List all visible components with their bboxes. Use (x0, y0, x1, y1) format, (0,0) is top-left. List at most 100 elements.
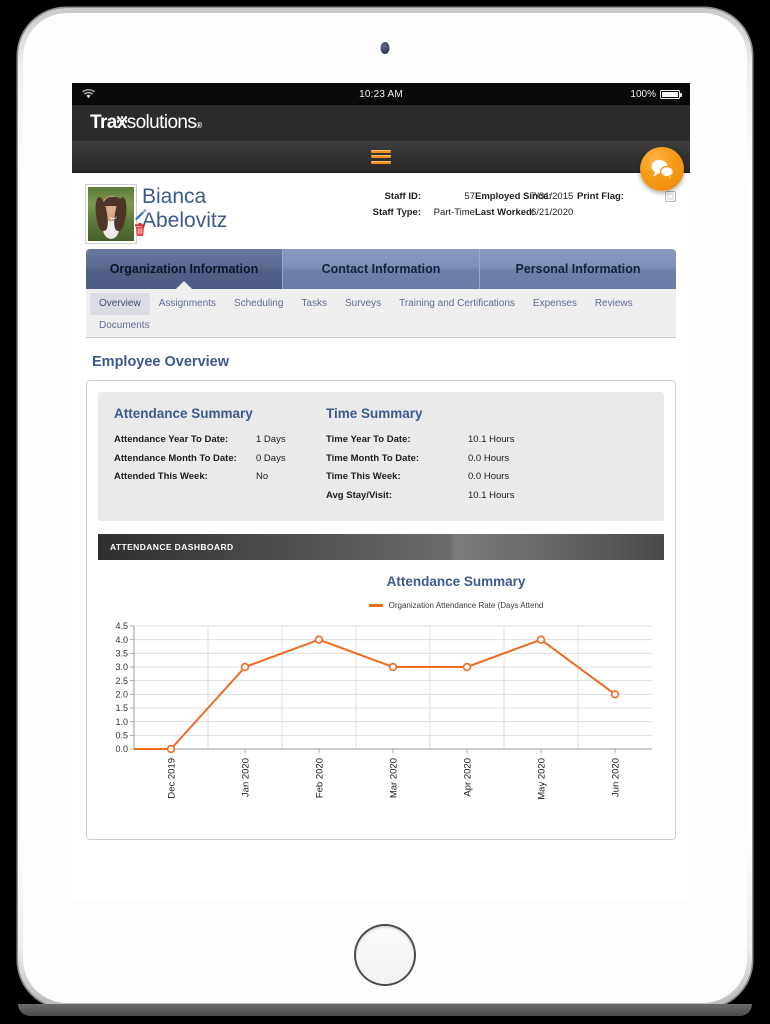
print-flag-checkbox[interactable] (665, 191, 676, 202)
subtab-scheduling[interactable]: Scheduling (225, 293, 292, 315)
logo-text-light: olutions (135, 112, 197, 133)
staff-type-label: Staff Type: (372, 206, 421, 218)
overview-card: Attendance Summary Attendance Year To Da… (86, 380, 676, 840)
svg-text:Feb 2020: Feb 2020 (315, 758, 326, 798)
svg-text:2.0: 2.0 (115, 690, 128, 700)
attendance-dashboard-strip: ATTENDANCE DASHBOARD (98, 534, 664, 561)
attended-this-week-label: Attended This Week: (114, 471, 208, 483)
summary-row: Time Year To Date: 10.1 Hours (326, 431, 514, 450)
pencil-edit-icon[interactable] (134, 209, 147, 222)
svg-text:1.5: 1.5 (115, 703, 128, 713)
tab-organization-information[interactable]: Organization Information (86, 249, 283, 289)
status-bar-time: 10:23 AM (359, 88, 403, 100)
status-bar-right: 100% (630, 88, 682, 100)
subtab-documents[interactable]: Documents (90, 315, 159, 337)
employed-since-value: 7/31/2015 (531, 191, 574, 202)
logo-text-s: s (126, 112, 137, 133)
meta-column-identity: Staff ID: 57 Staff Type: Part-Time (367, 189, 475, 220)
employee-actions (134, 209, 147, 236)
time-ytd-label: Time Year To Date: (326, 434, 411, 445)
summary-panel: Attendance Summary Attendance Year To Da… (98, 392, 664, 522)
brand-bar: Trax s olutions ® (72, 105, 690, 141)
tab-contact-information[interactable]: Contact Information (283, 249, 480, 289)
summary-row: Avg Stay/Visit: 10.1 Hours (326, 487, 514, 506)
tab-label: Contact Information (321, 262, 441, 276)
subtab-reviews[interactable]: Reviews (586, 293, 642, 315)
employee-name-block: Bianca Abelovitz (135, 185, 228, 236)
summary-row: Attendance Month To Date: 0 Days (114, 450, 326, 469)
avatar[interactable] (85, 184, 137, 244)
device-bottom-edge (18, 1004, 752, 1016)
logo-registered-mark: ® (196, 121, 202, 130)
svg-text:Apr 2020: Apr 2020 (463, 758, 474, 797)
top-nav-bar (72, 141, 690, 191)
time-ytd-value: 10.1 Hours (468, 434, 515, 445)
tab-personal-information[interactable]: Personal Information (480, 249, 676, 289)
subtab-tasks[interactable]: Tasks (292, 293, 336, 315)
attendance-chart: Attendance Summary Organization Attendan… (98, 560, 664, 860)
subtab-expenses[interactable]: Expenses (524, 293, 586, 315)
svg-text:0.0: 0.0 (115, 744, 128, 754)
subtab-assignments[interactable]: Assignments (150, 293, 225, 315)
time-this-week-value: 0.0 Hours (468, 471, 510, 483)
field-staff-type: Staff Type: Part-Time (367, 205, 475, 221)
time-mtd-value: 0.0 Hours (468, 452, 510, 464)
employee-meta-fields: Staff ID: 57 Staff Type: Part-Time Emplo… (367, 185, 676, 220)
svg-text:Jan 2020: Jan 2020 (241, 758, 252, 797)
device-screen: 10:23 AM 100% Trax s olutions ® Bianca A… (72, 83, 690, 901)
trash-delete-icon[interactable] (134, 223, 146, 236)
traxsolutions-logo[interactable]: Trax s olutions ® (90, 112, 202, 134)
svg-text:Jun 2020: Jun 2020 (611, 758, 622, 797)
status-bar: 10:23 AM 100% (72, 83, 690, 105)
line-chart-svg: 0.0 0.5 1.0 1.5 2.0 2.5 3.0 3.5 4.0 4.5 Dec 2019 Ja… (115, 621, 652, 800)
employee-last-name: Abelovitz (142, 208, 228, 232)
battery-full-icon (660, 89, 682, 99)
chart-plot-area: 0.0 0.5 1.0 1.5 2.0 2.5 3.0 3.5 4.0 4.5 Dec 2019 Ja… (98, 620, 664, 820)
svg-text:4.5: 4.5 (115, 621, 128, 631)
employee-header: Bianca Abelovitz Staff ID: 57 Staff Type… (72, 173, 690, 249)
chart-title: Attendance Summary (386, 574, 526, 590)
tabs-region: Organization Information Contact Informa… (72, 249, 690, 338)
svg-text:Dec 2019: Dec 2019 (167, 758, 178, 799)
attendance-ytd-value: 1 Days (256, 434, 286, 445)
chat-bubbles-glyph (651, 159, 675, 180)
time-this-week-label: Time This Week: (326, 471, 401, 483)
tab-label: Personal Information (515, 262, 641, 276)
print-flag-label: Print Flag: (577, 191, 624, 202)
home-button[interactable] (356, 926, 414, 984)
staff-id-label: Staff ID: (384, 191, 421, 202)
time-summary-block: Time Summary Time Year To Date: 10.1 Hou… (326, 406, 514, 505)
battery-percent-label: 100% (630, 88, 656, 100)
summary-row: Attended This Week: No (114, 468, 326, 487)
attendance-summary-block: Attendance Summary Attendance Year To Da… (114, 406, 326, 505)
employed-since-label: Employed Since: (475, 191, 552, 202)
svg-text:Mar 2020: Mar 2020 (389, 758, 400, 798)
svg-text:3.0: 3.0 (115, 662, 128, 672)
staff-id-value: 57 (464, 191, 475, 202)
field-staff-id: Staff ID: 57 (367, 189, 475, 205)
subtab-overview[interactable]: Overview (90, 293, 150, 315)
staff-type-value: Part-Time (433, 206, 475, 218)
svg-text:1.0: 1.0 (115, 717, 128, 727)
subtab-training-and-certifications[interactable]: Training and Certifications (390, 293, 524, 315)
sub-tab-bar: Overview Assignments Scheduling Tasks Su… (86, 289, 676, 338)
chat-bubbles-icon[interactable] (640, 147, 684, 191)
hamburger-menu-icon[interactable] (371, 149, 391, 164)
svg-text:2.5: 2.5 (115, 676, 128, 686)
legend-label: Organization Attendance Rate (Days Atten… (388, 601, 544, 611)
employee-photo (85, 184, 137, 244)
meta-column-print-flag: Print Flag: (577, 189, 676, 205)
svg-text:0.5: 0.5 (115, 731, 128, 741)
svg-text:3.5: 3.5 (115, 649, 128, 659)
subtab-surveys[interactable]: Surveys (336, 293, 390, 315)
time-mtd-label: Time Month To Date: (326, 452, 420, 464)
field-last-worked: Last Worked: 6/21/2020 (475, 205, 577, 221)
attendance-summary-heading: Attendance Summary (114, 406, 253, 421)
main-tab-bar: Organization Information Contact Informa… (86, 249, 676, 289)
svg-text:May 2020: May 2020 (537, 758, 548, 800)
legend-swatch-icon (368, 604, 383, 607)
field-print-flag: Print Flag: (577, 189, 676, 205)
tab-label: Organization Information (109, 262, 259, 276)
attended-this-week-value: No (256, 471, 269, 483)
summary-row: Time This Week: 0.0 Hours (326, 468, 514, 487)
